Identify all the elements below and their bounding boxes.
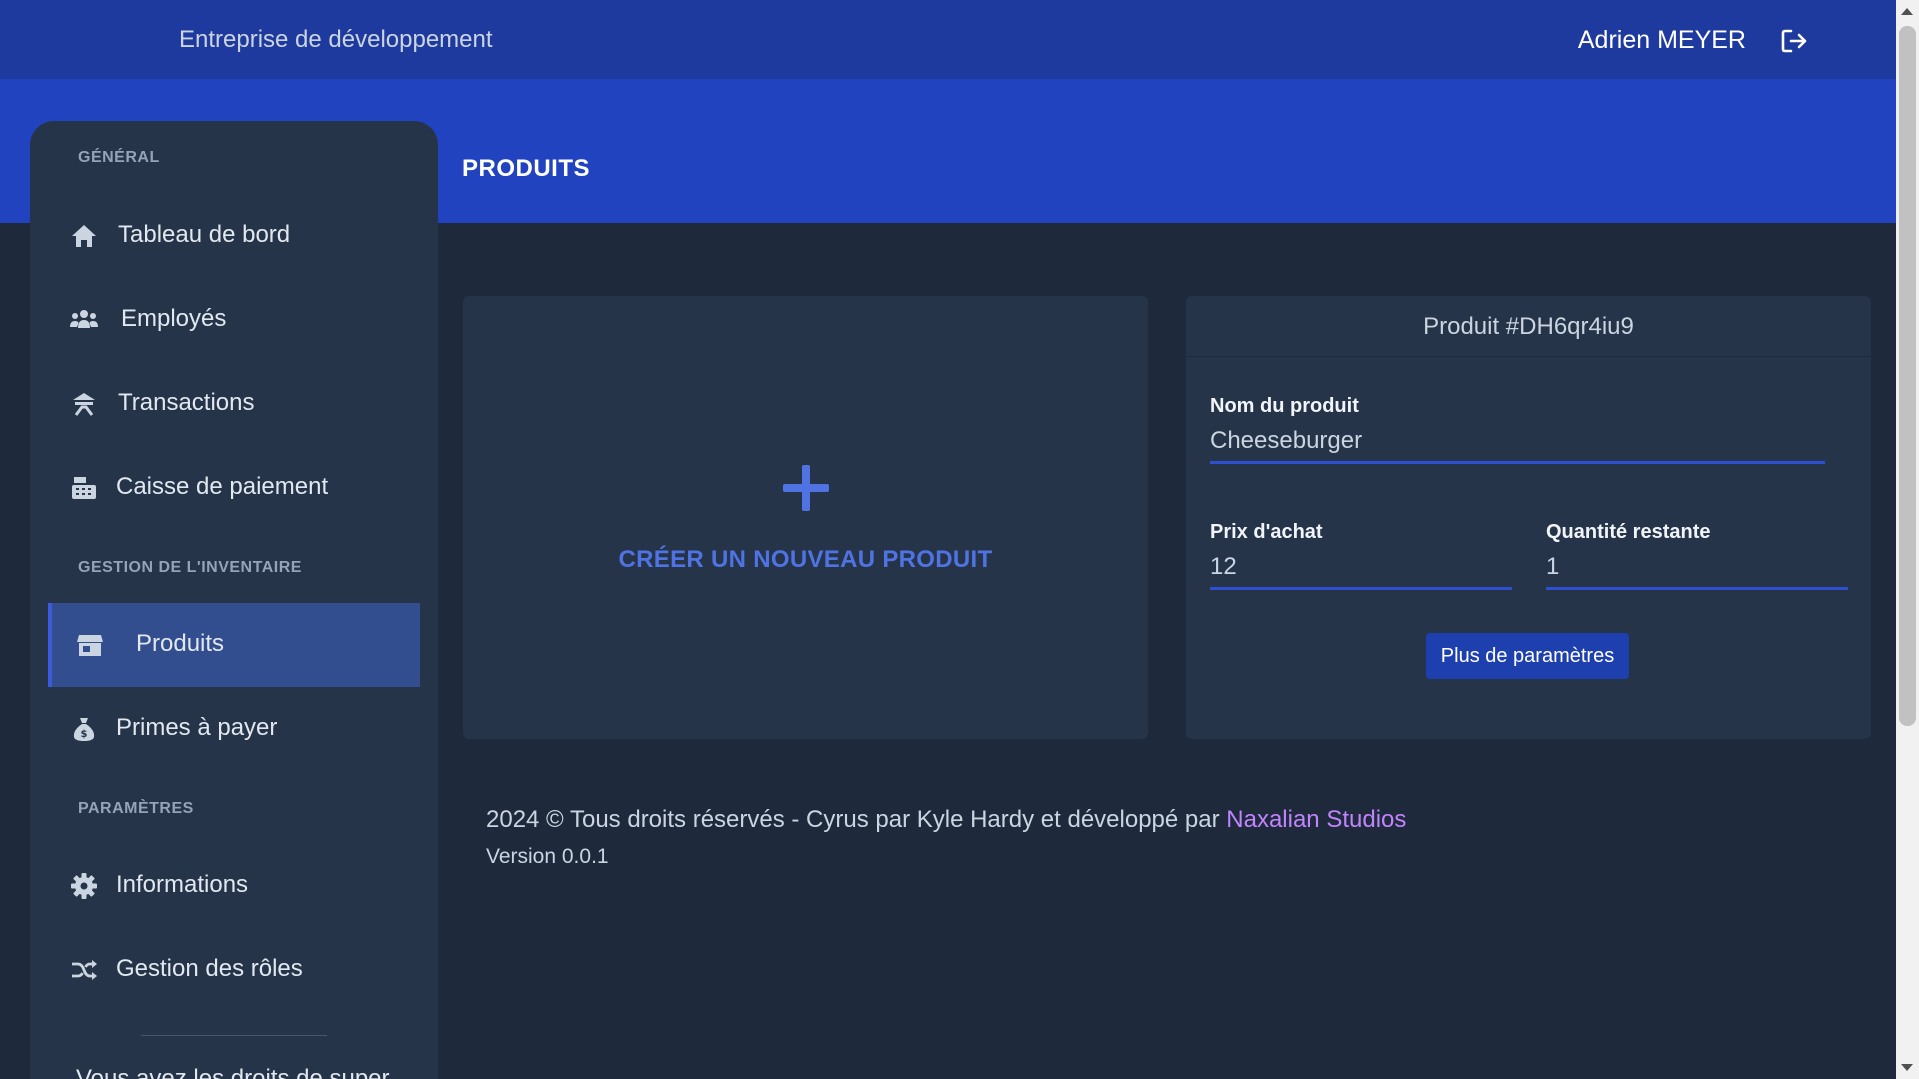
- create-product-label: CRÉER UN NOUVEAU PRODUIT: [618, 546, 993, 573]
- footer-version: Version 0.0.1: [486, 845, 609, 868]
- sidebar-item-label: Primes à payer: [116, 714, 278, 741]
- sidebar-section-inventory: GESTION DE L'INVENTAIRE: [78, 559, 302, 576]
- sidebar-item-information[interactable]: Informations: [48, 844, 420, 928]
- sidebar-item-employees[interactable]: Employés: [48, 278, 420, 362]
- company-name: Entreprise de développement: [179, 26, 493, 53]
- top-navbar: Entreprise de développement Adrien MEYER: [0, 0, 1896, 80]
- plus-icon: [783, 465, 829, 511]
- quantity-remaining-input[interactable]: [1546, 546, 1848, 590]
- shuffle-icon: [72, 960, 97, 980]
- sidebar-item-label: Informations: [116, 871, 249, 898]
- quantity-remaining-label: Quantité restante: [1546, 521, 1711, 543]
- page-scrollbar[interactable]: [1896, 0, 1919, 1079]
- more-settings-button[interactable]: Plus de paramètres: [1426, 633, 1629, 679]
- sidebar-permission-note: Vous avez les droits de super: [76, 1065, 390, 1079]
- sidebar-item-label: Produits: [136, 630, 225, 657]
- sidebar-item-roles[interactable]: Gestion des rôles: [48, 928, 420, 1012]
- logout-icon[interactable]: [1780, 28, 1808, 54]
- sidebar-item-label: Transactions: [118, 389, 255, 416]
- sidebar-section-settings: PARAMÈTRES: [78, 800, 194, 817]
- footer-copyright-text: 2024 © Tous droits réservés - Cyrus par …: [486, 806, 1227, 833]
- sidebar-divider: [141, 1035, 327, 1036]
- sidebar-section-general: GÉNÉRAL: [78, 149, 160, 166]
- purchase-price-input[interactable]: [1210, 546, 1512, 590]
- footer-copyright: 2024 © Tous droits réservés - Cyrus par …: [486, 806, 1406, 834]
- home-icon: [72, 225, 96, 247]
- scroll-down-arrow-icon[interactable]: [1901, 1064, 1913, 1071]
- money-bag-icon: $: [73, 718, 95, 741]
- sidebar-item-transactions[interactable]: Transactions: [48, 362, 420, 446]
- create-product-card[interactable]: CRÉER UN NOUVEAU PRODUIT: [463, 296, 1148, 739]
- sidebar-item-dashboard[interactable]: Tableau de bord: [48, 194, 420, 278]
- user-name[interactable]: Adrien MEYER: [1578, 26, 1746, 55]
- gear-icon: [71, 873, 97, 899]
- sidebar-item-products[interactable]: Produits: [48, 603, 420, 687]
- purchase-price-label: Prix d'achat: [1210, 521, 1323, 543]
- product-card-title: Produit #DH6qr4iu9: [1186, 296, 1871, 357]
- svg-text:$: $: [81, 729, 88, 740]
- store-icon: [77, 635, 103, 656]
- app-root: Entreprise de développement Adrien MEYER…: [0, 0, 1919, 1079]
- footer-studio-link[interactable]: Naxalian Studios: [1226, 806, 1406, 833]
- product-name-label: Nom du produit: [1210, 395, 1359, 417]
- page-title: PRODUITS: [462, 155, 591, 182]
- scroll-up-arrow-icon[interactable]: [1901, 8, 1913, 15]
- transactions-icon: [73, 393, 95, 416]
- scrollbar-thumb[interactable]: [1899, 26, 1916, 726]
- cash-register-icon: [72, 477, 96, 499]
- sidebar-item-label: Tableau de bord: [118, 221, 291, 248]
- sidebar: GÉNÉRAL Tableau de bord Employés Transac…: [30, 121, 438, 1079]
- sidebar-item-label: Caisse de paiement: [116, 473, 329, 500]
- product-name-input[interactable]: [1210, 420, 1825, 464]
- sidebar-item-label: Employés: [121, 305, 227, 332]
- sidebar-item-label: Gestion des rôles: [116, 955, 303, 982]
- users-icon: [70, 310, 98, 328]
- product-card: Produit #DH6qr4iu9 Nom du produit Prix d…: [1186, 296, 1871, 739]
- sidebar-item-cash-register[interactable]: Caisse de paiement: [48, 446, 420, 530]
- sidebar-item-bonuses[interactable]: $ Primes à payer: [48, 687, 420, 771]
